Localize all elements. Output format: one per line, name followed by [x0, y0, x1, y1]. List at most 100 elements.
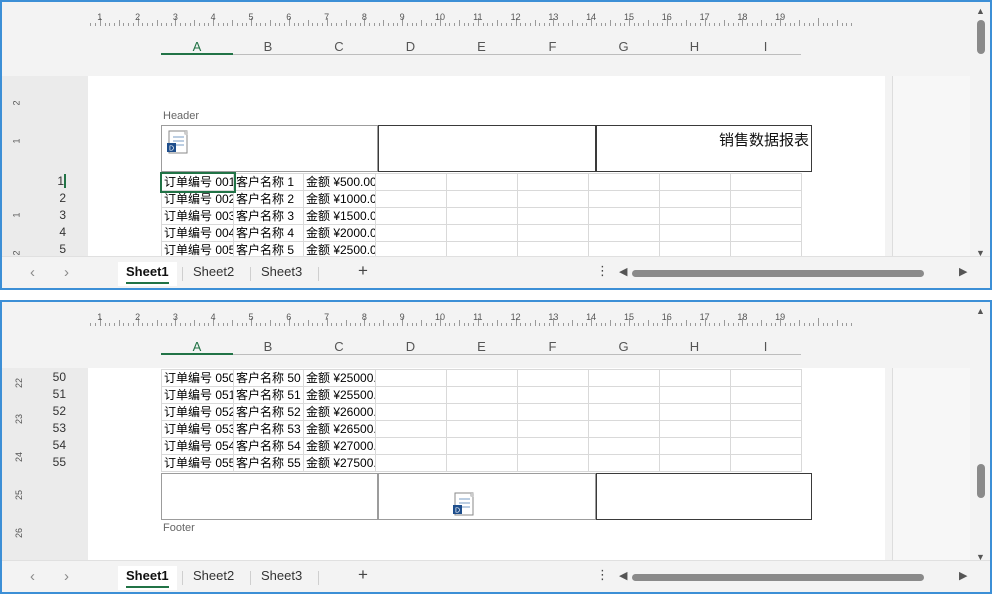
cell-g2[interactable] [588, 190, 660, 208]
cell-h53[interactable] [659, 420, 731, 438]
cell-i54[interactable] [730, 437, 802, 455]
cell-d51[interactable] [375, 386, 447, 404]
cell-f53[interactable] [517, 420, 589, 438]
row-number[interactable]: 50 [36, 370, 66, 384]
scroll-right-icon[interactable]: ▶ [959, 265, 967, 278]
column-header-f[interactable]: F [517, 338, 588, 355]
cell-d52[interactable] [375, 403, 447, 421]
cell-a1[interactable]: 订单编号 001 [159, 171, 236, 193]
cell-h2[interactable] [659, 190, 731, 208]
tab-sheet2[interactable]: Sheet2 [185, 262, 242, 281]
cell-g4[interactable] [588, 224, 660, 242]
cell-d55[interactable] [375, 454, 447, 472]
column-header-d[interactable]: D [375, 338, 446, 355]
cell-c55[interactable]: 金额 ¥27500.00 [303, 454, 376, 472]
row-number[interactable]: 5 [36, 242, 66, 256]
add-sheet-icon[interactable]: + [358, 565, 368, 585]
scroll-right-icon[interactable]: ▶ [959, 569, 967, 582]
cell-f54[interactable] [517, 437, 589, 455]
header-right-section[interactable]: 销售数据报表 [596, 125, 812, 172]
cell-a3[interactable]: 订单编号 003 [161, 207, 234, 225]
cell-g1[interactable] [588, 173, 660, 191]
header-left-section[interactable]: D [161, 125, 378, 172]
column-header-i[interactable]: I [730, 338, 801, 355]
cell-g55[interactable] [588, 454, 660, 472]
row-number[interactable]: 53 [36, 421, 66, 435]
cell-f51[interactable] [517, 386, 589, 404]
cell-i3[interactable] [730, 207, 802, 225]
cell-b52[interactable]: 客户名称 52 [233, 403, 304, 421]
row-number[interactable]: 4 [36, 225, 66, 239]
cell-b50[interactable]: 客户名称 50 [233, 369, 304, 387]
tab-sheet1[interactable]: Sheet1 [118, 262, 177, 286]
cell-h54[interactable] [659, 437, 731, 455]
scroll-up-icon[interactable]: ▲ [976, 6, 985, 16]
cell-i1[interactable] [730, 173, 802, 191]
add-sheet-icon[interactable]: + [358, 261, 368, 281]
cell-i51[interactable] [730, 386, 802, 404]
cell-i2[interactable] [730, 190, 802, 208]
cell-a2[interactable]: 订单编号 002 [161, 190, 234, 208]
cell-d3[interactable] [375, 207, 447, 225]
cell-a53[interactable]: 订单编号 053 [161, 420, 234, 438]
column-header-i[interactable]: I [730, 38, 801, 55]
column-header-b[interactable]: B [233, 338, 303, 355]
column-header-g[interactable]: G [588, 338, 659, 355]
column-header-d[interactable]: D [375, 38, 446, 55]
cell-f1[interactable] [517, 173, 589, 191]
cell-b51[interactable]: 客户名称 51 [233, 386, 304, 404]
column-header-f[interactable]: F [517, 38, 588, 55]
cell-h1[interactable] [659, 173, 731, 191]
prev-sheet-icon[interactable]: ‹ [30, 264, 35, 281]
cell-a54[interactable]: 订单编号 054 [161, 437, 234, 455]
cell-c3[interactable]: 金额 ¥1500.00 [303, 207, 376, 225]
cell-e54[interactable] [446, 437, 518, 455]
column-header-h[interactable]: H [659, 338, 730, 355]
cell-e4[interactable] [446, 224, 518, 242]
tab-sheet1[interactable]: Sheet1 [118, 566, 177, 590]
row-number[interactable]: 54 [36, 438, 66, 452]
horizontal-scroll-thumb[interactable] [632, 270, 924, 277]
column-header-g[interactable]: G [588, 38, 659, 55]
column-header-a[interactable]: A [161, 338, 233, 355]
tab-sheet2[interactable]: Sheet2 [185, 566, 242, 585]
cell-c53[interactable]: 金额 ¥26500.00 [303, 420, 376, 438]
cell-b3[interactable]: 客户名称 3 [233, 207, 304, 225]
next-sheet-icon[interactable]: › [64, 264, 69, 281]
cell-f2[interactable] [517, 190, 589, 208]
row-number[interactable]: 1 [36, 174, 66, 188]
cell-e2[interactable] [446, 190, 518, 208]
cell-i55[interactable] [730, 454, 802, 472]
cell-i4[interactable] [730, 224, 802, 242]
cell-i50[interactable] [730, 369, 802, 387]
cell-h55[interactable] [659, 454, 731, 472]
column-header-a[interactable]: A [161, 38, 233, 55]
tab-sheet3[interactable]: Sheet3 [253, 566, 310, 585]
scroll-left-icon[interactable]: ◀ [619, 265, 627, 278]
header-center-section[interactable] [378, 125, 596, 172]
cell-e50[interactable] [446, 369, 518, 387]
cell-e51[interactable] [446, 386, 518, 404]
cell-b1[interactable]: 客户名称 1 [233, 173, 304, 191]
cell-c4[interactable]: 金额 ¥2000.00 [303, 224, 376, 242]
cell-a52[interactable]: 订单编号 052 [161, 403, 234, 421]
cell-e53[interactable] [446, 420, 518, 438]
cell-c50[interactable]: 金额 ¥25000.00 [303, 369, 376, 387]
vertical-scroll-thumb[interactable] [977, 464, 985, 498]
cell-b54[interactable]: 客户名称 54 [233, 437, 304, 455]
next-sheet-icon[interactable]: › [64, 568, 69, 585]
column-header-c[interactable]: C [303, 38, 375, 55]
cell-c52[interactable]: 金额 ¥26000.00 [303, 403, 376, 421]
row-number[interactable]: 2 [36, 191, 66, 205]
row-number[interactable]: 52 [36, 404, 66, 418]
cell-a4[interactable]: 订单编号 004 [161, 224, 234, 242]
cell-d53[interactable] [375, 420, 447, 438]
cell-e55[interactable] [446, 454, 518, 472]
cell-a51[interactable]: 订单编号 051 [161, 386, 234, 404]
cell-d50[interactable] [375, 369, 447, 387]
scroll-up-icon[interactable]: ▲ [976, 306, 985, 316]
cell-d2[interactable] [375, 190, 447, 208]
cell-d4[interactable] [375, 224, 447, 242]
cell-f3[interactable] [517, 207, 589, 225]
row-number[interactable]: 51 [36, 387, 66, 401]
